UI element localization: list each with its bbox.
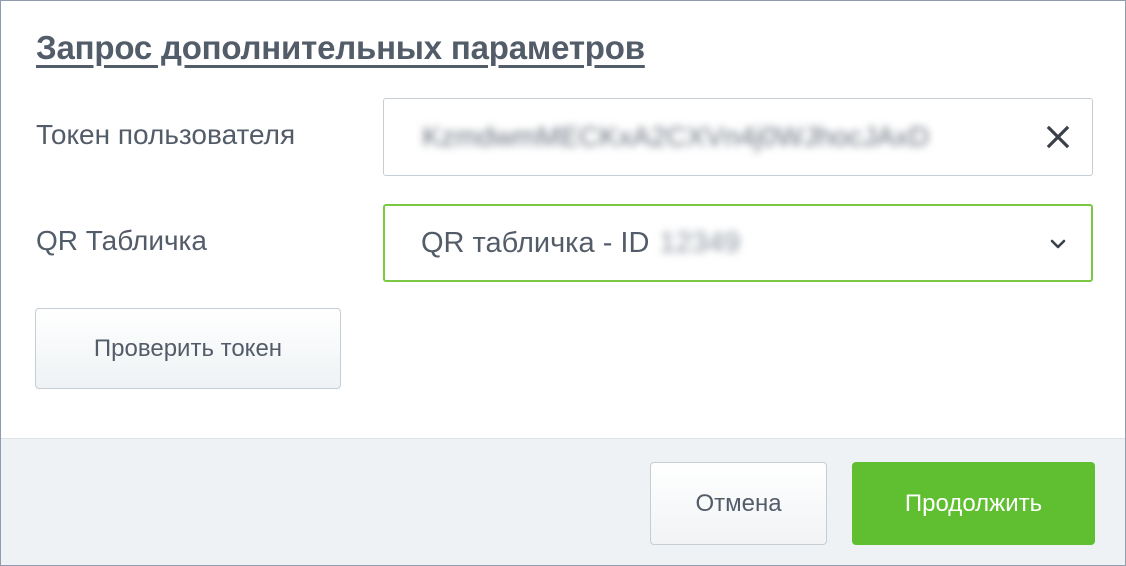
qr-select[interactable]: QR табличка - ID 12349	[383, 204, 1093, 282]
parameters-dialog: Запрос дополнительных параметров Токен п…	[0, 0, 1126, 566]
qr-selected-id: 12349	[659, 227, 741, 259]
dialog-footer: Отмена Продолжить	[1, 438, 1125, 565]
dialog-title: Запрос дополнительных параметров	[36, 29, 645, 66]
token-value[interactable]: KzmdwmMECKxA2CXVn4j0WJhocJAxD	[422, 121, 1022, 153]
token-label: Токен пользователя	[36, 119, 296, 150]
token-input[interactable]: KzmdwmMECKxA2CXVn4j0WJhocJAxD	[383, 98, 1093, 176]
qr-label: QR Табличка	[36, 225, 207, 256]
chevron-down-icon[interactable]	[1045, 231, 1071, 257]
check-token-button[interactable]: Проверить токен	[35, 308, 341, 389]
continue-button[interactable]: Продолжить	[852, 462, 1095, 545]
qr-selected-label: QR табличка - ID	[421, 227, 650, 259]
cancel-button[interactable]: Отмена	[650, 462, 827, 545]
close-icon[interactable]	[1040, 119, 1076, 155]
qr-selected-value: QR табличка - ID 12349	[421, 227, 740, 260]
